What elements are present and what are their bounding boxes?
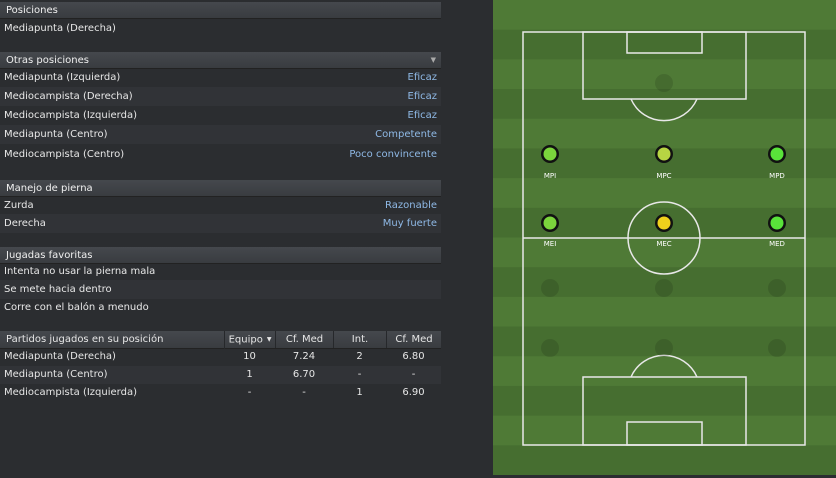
footedness-header: Manejo de pierna [0, 180, 441, 197]
grass-stripe [493, 0, 836, 31]
favourite-move-label: Corre con el balón a menudo [4, 302, 149, 313]
position-name: Mediapunta (Centro) [4, 129, 108, 140]
other-position-row: Mediocampista (Centro) Poco convincente [0, 145, 441, 164]
column-header-team[interactable]: Equipo ▼ [224, 331, 275, 349]
favourite-move: Corre con el balón a menudo [0, 298, 441, 317]
foot-rating: Muy fuerte [382, 218, 437, 229]
pitch-view: MPI MPC MPD MEI MEC MED [493, 0, 836, 476]
favourite-move: Se mete hacia dentro [0, 280, 441, 299]
marker-mei-label: MEI [544, 240, 557, 248]
table-cell: 10 [243, 351, 256, 362]
column-header-avg-rating[interactable]: Cf. Med [275, 331, 333, 348]
favourite-move: Intenta no usar la pierna mala [0, 262, 441, 281]
marker-mpc-label: MPC [656, 172, 671, 180]
grass-stripe [493, 445, 836, 476]
table-cell: Mediapunta (Centro) [4, 369, 108, 380]
foot-rating: Razonable [385, 200, 437, 211]
pitch-svg: MPI MPC MPD MEI MEC MED [493, 0, 836, 476]
grass-stripe [493, 385, 836, 417]
position-rating: Competente [375, 129, 437, 140]
marker-med-label: MED [769, 240, 785, 248]
foot-row: Zurda Razonable [0, 196, 441, 215]
table-cell: 6.80 [402, 351, 425, 362]
position-rating: Eficaz [407, 110, 438, 121]
table-cell: 6.70 [292, 369, 316, 380]
table-cell: - [357, 369, 362, 380]
other-position-row: Mediapunta (Izquierda) Eficaz [0, 68, 441, 87]
chevron-down-icon[interactable]: ▼ [431, 52, 436, 69]
table-cell: Mediocampista (Izquierda) [4, 387, 137, 398]
grass-stripe [493, 178, 836, 209]
table-cell: 1 [356, 387, 363, 398]
marker-mpd-label: MPD [769, 172, 785, 180]
sort-desc-icon: ▼ [266, 336, 272, 343]
foot-name: Zurda [4, 200, 34, 211]
table-cell: 1 [246, 369, 253, 380]
marker-mec-dot [657, 216, 671, 230]
table-cell: Mediapunta (Derecha) [4, 351, 116, 362]
table-cell: 6.90 [402, 387, 425, 398]
foot-name: Derecha [4, 218, 46, 229]
grass-stripe [493, 296, 836, 328]
marker-mpi-dot [543, 147, 557, 161]
other-positions-title: Otras posiciones [6, 55, 89, 66]
other-position-row: Mediocampista (Izquierda) Eficaz [0, 106, 441, 125]
favourite-move-label: Se mete hacia dentro [4, 284, 112, 295]
player-positions-panel: Posiciones Mediapunta (Derecha) Otras po… [0, 0, 441, 475]
position-rating: Eficaz [407, 72, 438, 83]
column-header-intl-avg-rating[interactable]: Cf. Med [386, 331, 441, 348]
marker-mec-label: MEC [656, 240, 671, 248]
grass-stripe [493, 118, 836, 149]
marker-mpd-dot [770, 147, 784, 161]
grass-stripe [493, 29, 836, 60]
table-cell: 2 [356, 351, 363, 362]
marker-med-dot [770, 216, 784, 230]
favourite-move-label: Intenta no usar la pierna mala [4, 266, 156, 277]
marker-mei-dot [543, 216, 557, 230]
foot-row: Derecha Muy fuerte [0, 214, 441, 233]
main-position-label: Mediapunta (Derecha) [4, 23, 116, 34]
main-position: Mediapunta (Derecha) [0, 19, 441, 38]
position-name: Mediocampista (Centro) [4, 149, 125, 160]
table-cell: 7.24 [292, 351, 316, 362]
column-header-team-label: Equipo [228, 334, 263, 346]
column-header-position[interactable]: Partidos jugados en su posición [6, 331, 226, 348]
other-positions-header[interactable]: Otras posiciones ▼ [0, 52, 441, 69]
positions-header: Posiciones [0, 2, 441, 19]
position-rating: Eficaz [407, 91, 438, 102]
position-name: Mediocampista (Izquierda) [4, 110, 137, 121]
table-row: Mediocampista (Izquierda) - - 1 6.90 [0, 384, 441, 402]
table-row: Mediapunta (Centro) 1 6.70 - - [0, 366, 441, 384]
other-position-row: Mediapunta (Centro) Competente [0, 125, 441, 144]
position-rating: Poco convincente [349, 149, 437, 160]
table-cell: - [411, 369, 416, 380]
other-position-row: Mediocampista (Derecha) Eficaz [0, 87, 441, 106]
table-cell: - [247, 387, 252, 398]
marker-mpi-label: MPI [544, 172, 556, 180]
table-row: Mediapunta (Derecha) 10 7.24 2 6.80 [0, 348, 441, 366]
position-name: Mediapunta (Izquierda) [4, 72, 121, 83]
position-name: Mediocampista (Derecha) [4, 91, 133, 102]
grass-stripe [493, 356, 836, 387]
marker-mpc-dot [657, 147, 671, 161]
grass-stripe [493, 415, 836, 446]
matches-table-header: Partidos jugados en su posición Equipo ▼ … [0, 331, 441, 349]
column-header-intl[interactable]: Int. [333, 331, 386, 348]
table-cell: - [302, 387, 306, 398]
grass-stripe [493, 89, 836, 120]
